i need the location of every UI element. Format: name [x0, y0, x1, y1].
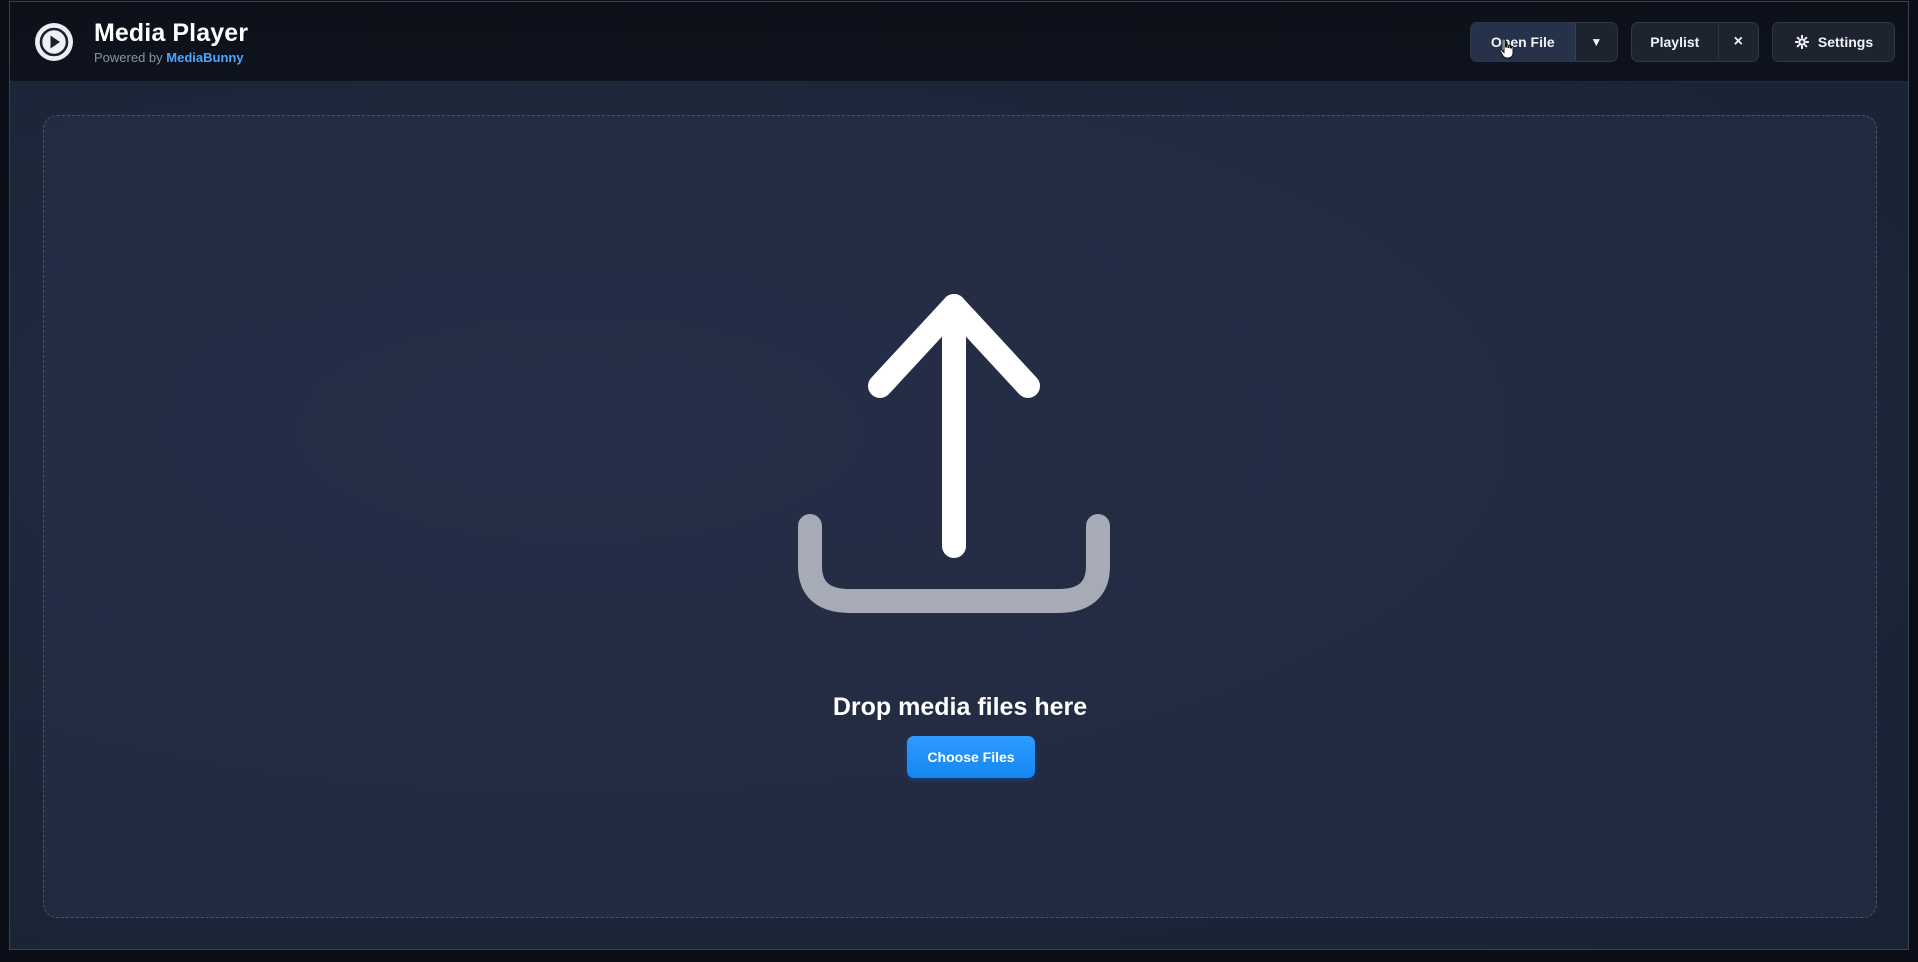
gear-icon: [1794, 34, 1810, 50]
open-file-split-button: Open File ▼: [1470, 22, 1618, 62]
playlist-button[interactable]: Playlist: [1632, 23, 1718, 61]
top-bar: Media Player Powered by MediaBunny Open …: [10, 2, 1908, 82]
app-window: Media Player Powered by MediaBunny Open …: [9, 1, 1909, 950]
play-circle-icon: [35, 23, 73, 61]
main-area: Drop media files here Choose Files: [10, 83, 1908, 949]
playlist-close-button[interactable]: ×: [1719, 23, 1758, 61]
app-title: Media Player: [94, 19, 249, 47]
settings-button-wrap: Settings: [1772, 22, 1895, 62]
upload-icon: [798, 294, 1110, 613]
drop-zone[interactable]: Drop media files here Choose Files: [43, 115, 1877, 918]
powered-by-prefix: Powered by: [94, 50, 163, 65]
drop-title: Drop media files here: [832, 693, 1088, 721]
open-file-dropdown-button[interactable]: ▼: [1576, 23, 1617, 61]
settings-button[interactable]: Settings: [1773, 23, 1894, 61]
powered-by-brand-link[interactable]: MediaBunny: [166, 50, 243, 65]
powered-by: Powered by MediaBunny: [94, 50, 244, 65]
open-file-button[interactable]: Open File: [1471, 23, 1575, 61]
choose-files-button[interactable]: Choose Files: [907, 736, 1035, 778]
settings-label: Settings: [1817, 34, 1874, 50]
playlist-button-group: Playlist ×: [1631, 22, 1759, 62]
hand-cursor-icon: [1499, 38, 1514, 59]
